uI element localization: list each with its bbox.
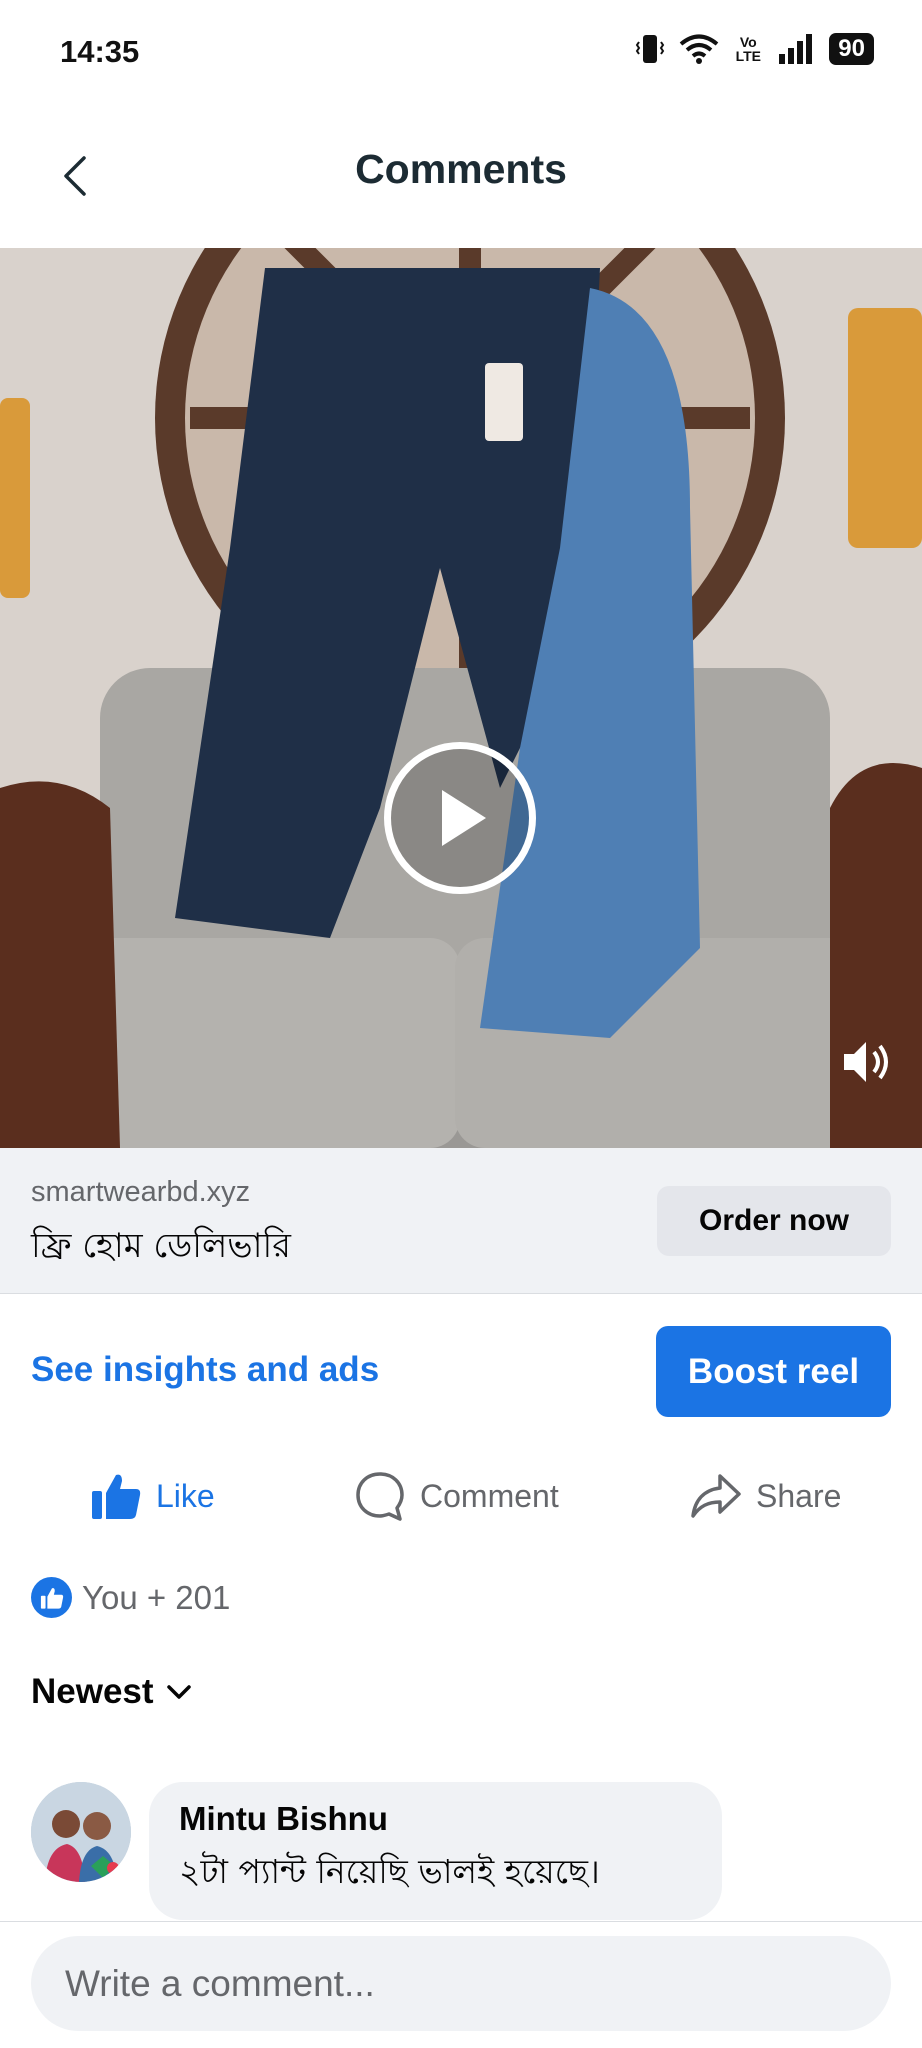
battery-icon: 90: [829, 33, 874, 65]
chevron-down-icon: [166, 1685, 191, 1699]
sound-icon[interactable]: [836, 1032, 896, 1092]
share-button[interactable]: Share: [690, 1456, 841, 1536]
share-label: Share: [756, 1477, 842, 1514]
status-bar: 14:35 Vo LTE 90: [0, 0, 922, 106]
share-icon: [691, 1474, 741, 1518]
like-button[interactable]: Like: [90, 1456, 215, 1536]
video-frame: [0, 248, 922, 1148]
boost-reel-button[interactable]: Boost reel: [656, 1326, 891, 1417]
comment-composer: [0, 1921, 922, 2048]
comment-button[interactable]: Comment: [354, 1456, 559, 1536]
like-reaction-icon: [31, 1577, 72, 1618]
comment-author[interactable]: Mintu Bishnu: [179, 1800, 692, 1838]
play-icon: [442, 790, 486, 846]
status-icons: Vo LTE 90: [635, 32, 874, 66]
cta-domain: smartwearbd.xyz: [31, 1176, 251, 1208]
wifi-icon: [680, 34, 719, 64]
sort-dropdown[interactable]: Newest: [31, 1672, 192, 1712]
volte-label: Vo LTE: [735, 34, 761, 64]
cta-bar: smartwearbd.xyz ফ্রি হোম ডেলিভারি Order …: [0, 1148, 922, 1294]
status-time: 14:35: [60, 34, 140, 69]
comment-bubble[interactable]: Mintu Bishnu ২টা প্যান্ট নিয়েছি ভালই হয…: [149, 1782, 722, 1920]
avatar[interactable]: [31, 1782, 131, 1882]
comment-text: ২টা প্যান্ট নিয়েছি ভালই হয়েছে।: [179, 1852, 600, 1891]
like-label: Like: [156, 1477, 215, 1514]
page-title: Comments: [355, 146, 567, 192]
reactions-summary[interactable]: You + 201: [31, 1577, 230, 1618]
comment-label: Comment: [420, 1477, 559, 1514]
signal-icon: [779, 34, 813, 64]
comment-icon: [356, 1472, 404, 1521]
see-insights-link[interactable]: See insights and ads: [31, 1350, 379, 1390]
vibrate-icon: [636, 35, 665, 63]
like-icon: [92, 1474, 141, 1519]
comment-input[interactable]: [31, 1936, 891, 2031]
play-button[interactable]: [384, 742, 536, 894]
header: Comments: [0, 106, 922, 248]
post-actions: Like Comment Share: [0, 1456, 922, 1536]
cta-headline: ফ্রি হোম ডেলিভারি: [31, 1226, 291, 1266]
sort-label: Newest: [31, 1672, 154, 1711]
order-now-button[interactable]: Order now: [657, 1186, 891, 1256]
reel-video[interactable]: [0, 248, 922, 1148]
reactions-count: You + 201: [82, 1578, 231, 1616]
